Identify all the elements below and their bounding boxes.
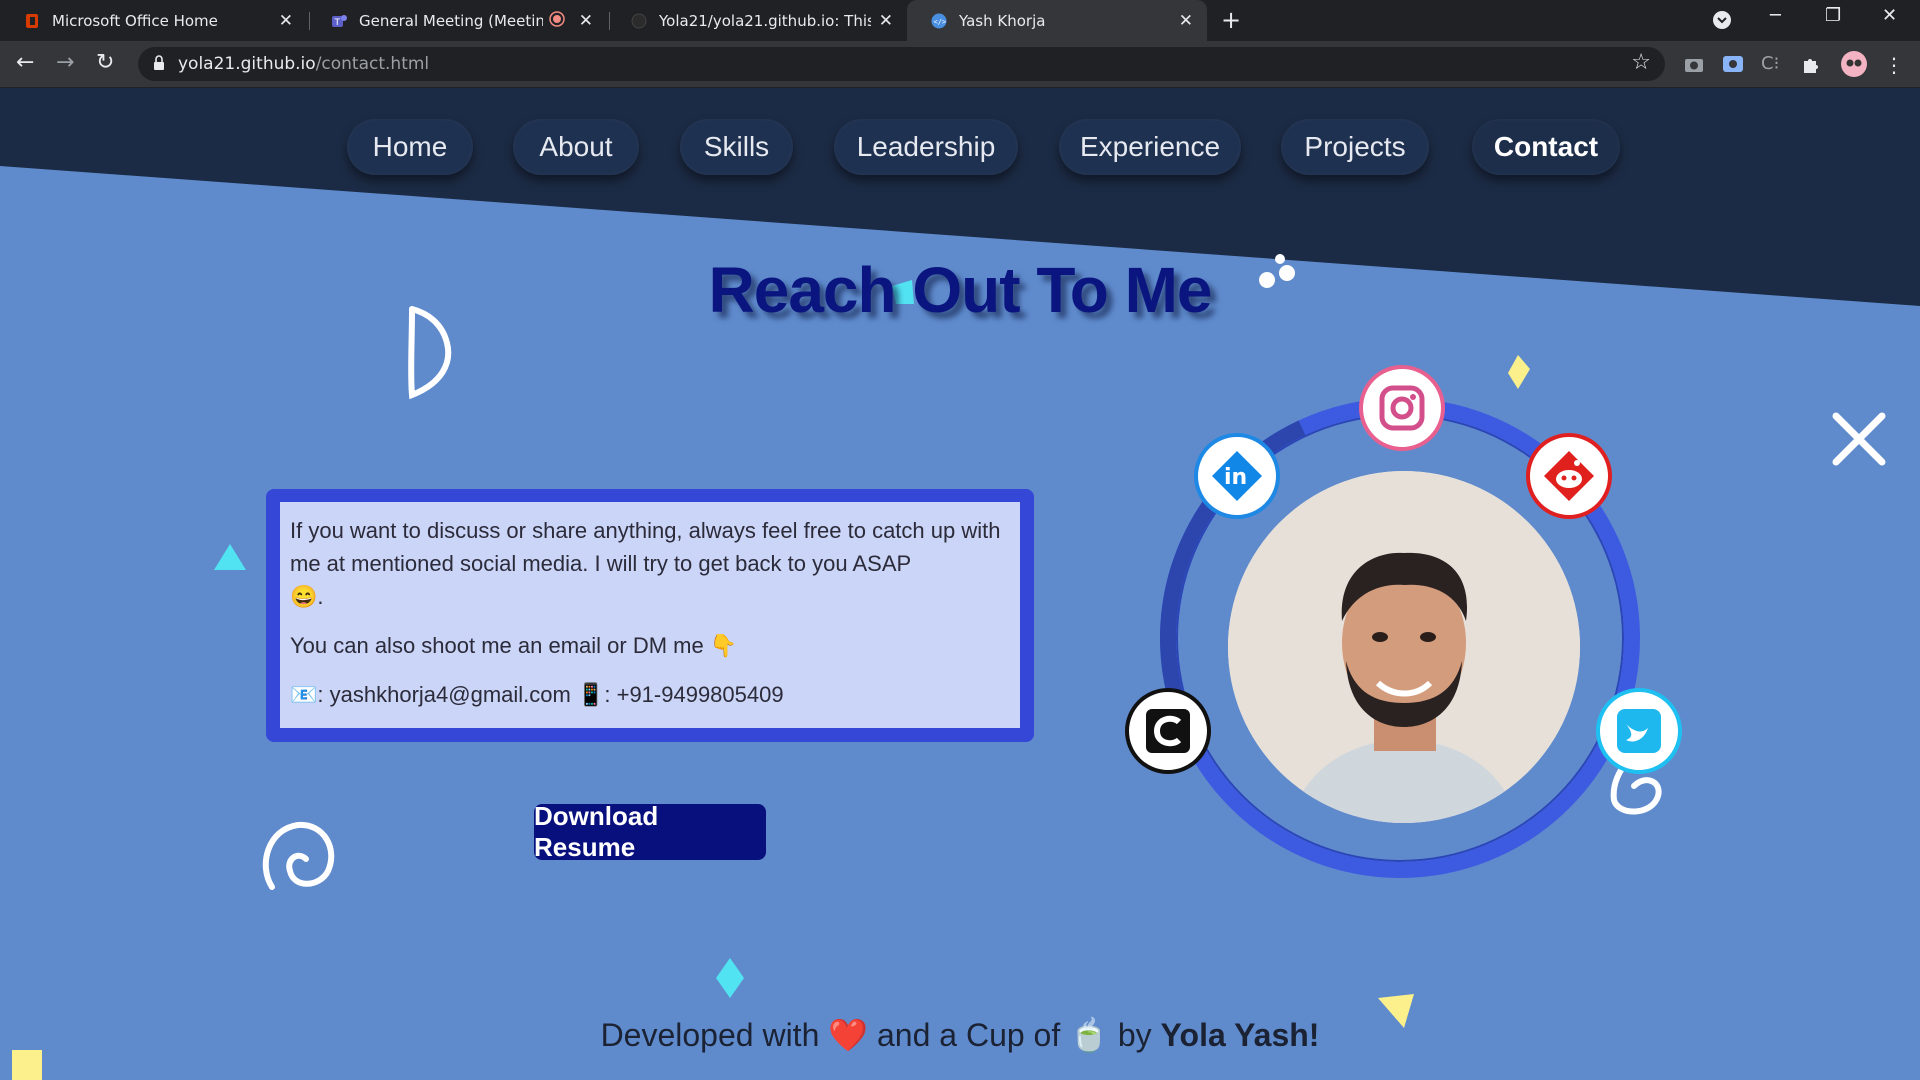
new-tab-button[interactable]: + <box>1221 6 1241 34</box>
tab-title: Yola21/yola21.github.io: This is m <box>659 11 871 30</box>
profile-avatar[interactable] <box>1840 50 1868 78</box>
download-resume-button[interactable]: Download Resume <box>534 801 766 862</box>
close-icon[interactable]: ✕ <box>1179 11 1193 31</box>
url-text: yola21.github.io/contact.html <box>178 54 430 74</box>
nav-experience[interactable]: Experience <box>1059 119 1241 175</box>
recording-icon <box>549 10 565 31</box>
nav-skills[interactable]: Skills <box>680 119 793 175</box>
instagram-icon <box>1379 385 1425 431</box>
svg-text:in: in <box>1224 465 1247 490</box>
contact-details: 📧: yashkhorja4@gmail.com 📱: +91-94998054… <box>290 678 1010 711</box>
tab-github[interactable]: Yola21/yola21.github.io: This is m ✕ <box>607 0 907 41</box>
tea-cup-emoji-icon: 🍵 <box>1069 1017 1109 1053</box>
contact-message-text: If you want to discuss or share anything… <box>280 502 1020 728</box>
extensions-puzzle-icon[interactable] <box>1800 53 1822 75</box>
twitter-link[interactable] <box>1596 688 1682 774</box>
email-link[interactable]: : yashkhorja4@gmail.com <box>317 682 570 707</box>
address-bar: ← → ↻ yola21.github.io/contact.html ☆ C⁝… <box>0 41 1920 88</box>
profile-photo-illustration <box>1228 471 1580 823</box>
point-down-emoji-icon: 👇 <box>709 633 738 658</box>
camera-extension-icon[interactable] <box>1683 53 1705 75</box>
svg-text:</>: </> <box>934 18 947 26</box>
grin-emoji-icon: 😄 <box>290 584 318 609</box>
close-icon[interactable]: ✕ <box>879 11 893 31</box>
tab-teams[interactable]: T General Meeting (Meeting) | ✕ <box>307 0 607 41</box>
reddit-link[interactable] <box>1526 433 1612 519</box>
close-icon[interactable]: ✕ <box>279 11 293 31</box>
twitter-icon <box>1617 709 1661 753</box>
extension-c-icon[interactable]: C⁝ <box>1761 53 1783 75</box>
email-dm-paragraph: You can also shoot me an email or DM me … <box>290 633 738 658</box>
nav-projects[interactable]: Projects <box>1281 119 1429 175</box>
linkedin-icon: in <box>1212 451 1262 501</box>
author-name: Yola Yash! <box>1160 1017 1320 1053</box>
heart-emoji-icon: ❤️ <box>828 1017 869 1053</box>
tab-title: Yash Khorja <box>959 11 1046 30</box>
github-icon <box>631 13 647 29</box>
tab-title: General Meeting (Meeting) | <box>359 11 543 30</box>
restore-icon[interactable]: ❐ <box>1825 5 1841 26</box>
phone-emoji-icon: 📱 <box>576 682 605 707</box>
contact-message-box: If you want to discuss or share anything… <box>266 489 1034 742</box>
instagram-link[interactable] <box>1359 365 1445 451</box>
cyan-triangle-decoration <box>214 544 246 570</box>
codechef-link[interactable] <box>1125 688 1211 774</box>
footer-credit: Developed with ❤️ and a Cup of 🍵 by Yola… <box>600 1017 1320 1053</box>
profile-photo <box>1228 471 1580 823</box>
tab-yash-khorja[interactable]: </> Yash Khorja ✕ <box>907 0 1207 41</box>
nav-contact[interactable]: Contact <box>1472 119 1620 175</box>
main-nav: Home About Skills Leadership Experience … <box>0 119 1920 179</box>
minimize-icon[interactable]: ─ <box>1770 5 1781 26</box>
cyan-small-diamond-decoration <box>716 958 744 998</box>
code-icon: </> <box>931 13 947 29</box>
teams-icon: T <box>331 13 347 29</box>
yellow-diamond-decoration <box>1508 355 1530 389</box>
nav-about[interactable]: About <box>513 119 639 175</box>
bookmark-star-icon[interactable]: ☆ <box>1631 50 1651 75</box>
back-icon[interactable]: ← <box>16 50 34 75</box>
url-bar[interactable]: yola21.github.io/contact.html ☆ <box>138 47 1665 81</box>
tab-office[interactable]: Microsoft Office Home ✕ <box>0 0 307 41</box>
nav-home[interactable]: Home <box>347 119 473 175</box>
white-spiral-decoration <box>262 821 335 890</box>
email-emoji-icon: 📧 <box>290 682 318 707</box>
nav-leadership[interactable]: Leadership <box>834 119 1018 175</box>
menu-kebab-icon[interactable]: ⋮ <box>1884 53 1906 77</box>
office-icon <box>24 13 40 29</box>
phone-link[interactable]: : +91-9499805409 <box>604 682 783 707</box>
white-x-decoration <box>1832 412 1886 466</box>
close-icon[interactable]: ✕ <box>579 11 593 31</box>
browser-tab-strip: Microsoft Office Home ✕ T General Meetin… <box>0 0 1920 41</box>
codechef-icon <box>1146 709 1190 753</box>
linkedin-link[interactable]: in <box>1194 433 1280 519</box>
reddit-icon <box>1544 451 1594 501</box>
tab-search-icon[interactable] <box>1712 10 1732 35</box>
intro-paragraph: If you want to discuss or share anything… <box>290 518 1001 609</box>
contact-page: Home About Skills Leadership Experience … <box>0 88 1920 1080</box>
lock-icon <box>152 54 166 76</box>
screen-capture-extension-icon[interactable] <box>1722 53 1744 75</box>
reload-icon[interactable]: ↻ <box>96 50 114 75</box>
forward-icon[interactable]: → <box>56 50 74 75</box>
tab-title: Microsoft Office Home <box>52 11 218 30</box>
svg-text:T: T <box>334 18 341 28</box>
close-window-icon[interactable]: ✕ <box>1882 5 1897 26</box>
page-title: Reach Out To Me <box>708 254 1213 326</box>
